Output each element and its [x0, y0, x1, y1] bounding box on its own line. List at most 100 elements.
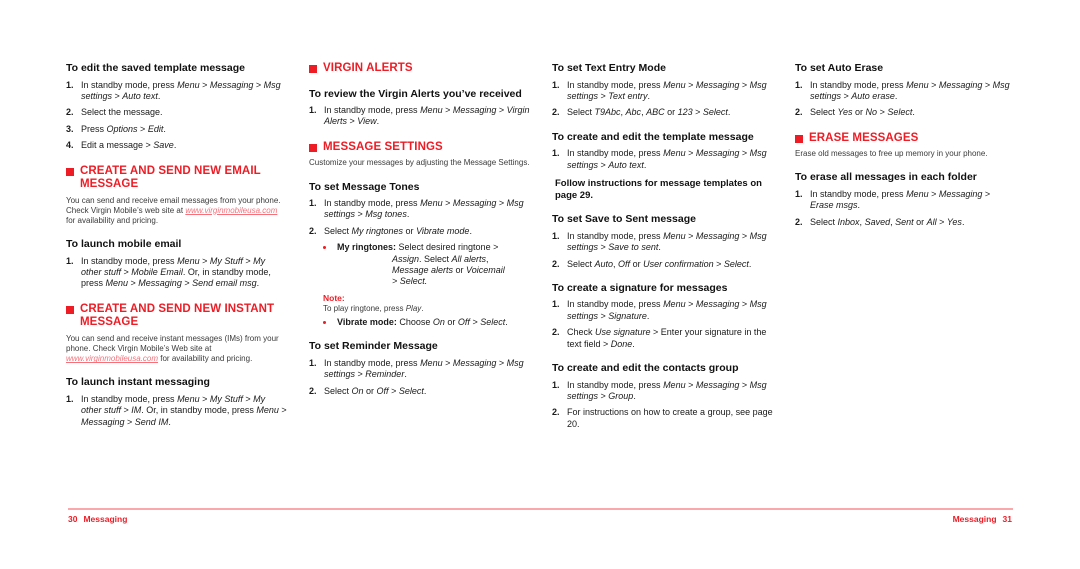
heading-review-virgin-alerts: To review the Virgin Alerts you’ve recei…: [309, 87, 522, 100]
plain-text: .: [658, 242, 661, 253]
plain-text: >: [442, 105, 453, 115]
manual-page-spread: To edit the saved template message 1. In …: [0, 0, 1080, 569]
plain-text: >: [242, 255, 254, 266]
plain-text: .: [857, 200, 861, 211]
emphasis-text: Select: [398, 385, 424, 396]
footer-left-page: 30 Messaging: [68, 514, 128, 524]
step-number: 2.: [795, 107, 803, 118]
plain-text: .: [748, 258, 752, 269]
steps-create-signature: 1. In standby mode, press Menu > Messagin…: [552, 299, 773, 350]
step-text: In standby mode, press Menu > Messaging …: [324, 198, 524, 219]
emphasis-text: Sent: [895, 216, 914, 227]
steps-create-edit-template-message: 1. In standby mode, press Menu > Messagin…: [552, 148, 773, 171]
step-text: In standby mode, press Menu > Messaging …: [81, 80, 281, 101]
note-block: Note: To play ringtone, press Play.: [309, 293, 530, 314]
emphasis-text: Abc: [625, 107, 642, 118]
numbered-step: 1. In standby mode, press Menu > Messagin…: [795, 189, 1016, 212]
emphasis-text: Select: [480, 317, 506, 328]
emphasis-text: Menu: [663, 299, 686, 310]
plain-text: .: [643, 159, 647, 170]
plain-text: >: [496, 198, 507, 209]
emphasis-text: Menu: [906, 188, 929, 199]
bullet-my-ringtones: My ringtones: Select desired ringtone > …: [309, 242, 530, 288]
emphasis-text: No: [865, 107, 878, 118]
plain-text: .: [157, 90, 161, 101]
plain-text: Press: [81, 123, 107, 134]
emphasis-text: On: [432, 317, 445, 328]
square-bullet-icon: [66, 167, 74, 176]
plain-text: In standby mode, press: [81, 393, 178, 404]
emphasis-text: Messaging: [695, 148, 740, 159]
plain-text: .: [469, 225, 472, 236]
step-text: In standby mode, press Menu > Messaging …: [567, 380, 767, 401]
step-number: 3.: [66, 123, 74, 134]
steps-erase-all-messages: 1. In standby mode, press Menu > Messagin…: [795, 189, 1016, 228]
emphasis-text: Group: [608, 390, 634, 401]
plain-text: or: [630, 258, 644, 269]
emphasis-text: T9Abc: [594, 107, 621, 118]
plain-text: >: [739, 230, 750, 241]
steps-set-auto-erase: 1. In standby mode, press Menu > Messagin…: [795, 80, 1016, 119]
plain-text: >: [685, 148, 696, 159]
emphasis-text: Voicemail: [466, 265, 505, 276]
plain-text: >: [112, 90, 123, 101]
plain-text: Edit a message >: [81, 140, 154, 151]
section-label: MESSAGE SETTINGS: [323, 140, 443, 153]
emphasis-text: Menu: [105, 278, 129, 289]
plain-text: >: [355, 369, 366, 380]
numbered-step: 1. In standby mode, press Menu > My Stuff…: [66, 256, 287, 290]
steps-review-virgin-alerts: 1. In standby mode, press Menu > Messagin…: [309, 105, 530, 128]
plain-text: .: [376, 116, 380, 127]
step-text: Check Use signature > Enter your signatu…: [567, 327, 766, 348]
step-text: In standby mode, press Menu > Messaging …: [810, 189, 990, 210]
plain-text: >: [928, 79, 939, 90]
column-3: To set Text Entry Mode 1. In standby mode…: [552, 62, 773, 482]
plain-text: .: [168, 416, 171, 427]
emphasis-text: Options: [106, 123, 138, 134]
plain-text: . Select: [419, 253, 452, 264]
plain-text: ,: [486, 253, 489, 264]
heading-edit-saved-template: To edit the saved template message: [66, 62, 245, 74]
plain-text: Select: [324, 385, 352, 396]
square-bullet-icon: [309, 143, 317, 152]
emphasis-text: Auto: [594, 258, 614, 269]
virgin-mobile-url-link[interactable]: www.virginmobileusa.com: [185, 206, 277, 215]
step-text: In standby mode, press Menu > Messaging …: [810, 80, 1010, 101]
emphasis-text: > Select.: [392, 276, 428, 287]
step-text: Select On or Off > Select.: [324, 386, 426, 396]
emphasis-text: Signature: [608, 310, 647, 321]
plain-text: >: [598, 390, 609, 401]
step-number: 2.: [66, 107, 74, 118]
plain-text: >: [982, 79, 993, 90]
section-label: CREATE AND SEND NEW INSTANT MESSAGE: [80, 302, 275, 329]
plain-text: or: [664, 107, 678, 118]
step-number: 1.: [552, 299, 560, 310]
step-number: 1.: [309, 105, 317, 115]
plain-text: >: [278, 405, 287, 416]
plain-text: Select: [810, 107, 838, 118]
step-text: Select Auto, Off or User confirmation > …: [567, 259, 751, 269]
plain-text: >: [713, 258, 724, 269]
plain-text: >: [355, 209, 366, 220]
step-number: 1.: [552, 148, 560, 159]
heading-create-edit-template-message: To create and edit the template message: [552, 130, 754, 143]
emphasis-text: Messaging: [209, 79, 254, 90]
emphasis-text: Select: [887, 107, 913, 118]
steps-launch-mobile-email: 1. In standby mode, press Menu > My Stuff…: [66, 256, 287, 290]
emphasis-text: Menu: [420, 198, 443, 209]
emphasis-text: Messaging: [938, 79, 983, 90]
step-text: In standby mode, press Menu > Messaging …: [324, 358, 524, 379]
plain-text: Select: [567, 258, 595, 269]
numbered-step: 1. In standby mode, press Menu > Messagin…: [309, 198, 530, 221]
numbered-step: 1. In standby mode, press Menu > Messagin…: [552, 80, 773, 103]
step-number: 2.: [309, 385, 317, 396]
virgin-mobile-url-link[interactable]: www.virginmobileusa.com: [66, 354, 158, 363]
section-label: CREATE AND SEND NEW EMAIL MESSAGE: [80, 164, 261, 191]
step-text: In standby mode, press Menu > Messaging …: [567, 299, 767, 320]
emphasis-text: Vibrate mode: [416, 225, 470, 236]
plain-text: Choose: [396, 317, 433, 328]
plain-text: .: [404, 369, 407, 380]
square-bullet-icon: [309, 65, 317, 73]
emphasis-text: Menu: [420, 105, 443, 115]
numbered-step: 2. Select My ringtones or Vibrate mode.: [309, 226, 530, 237]
